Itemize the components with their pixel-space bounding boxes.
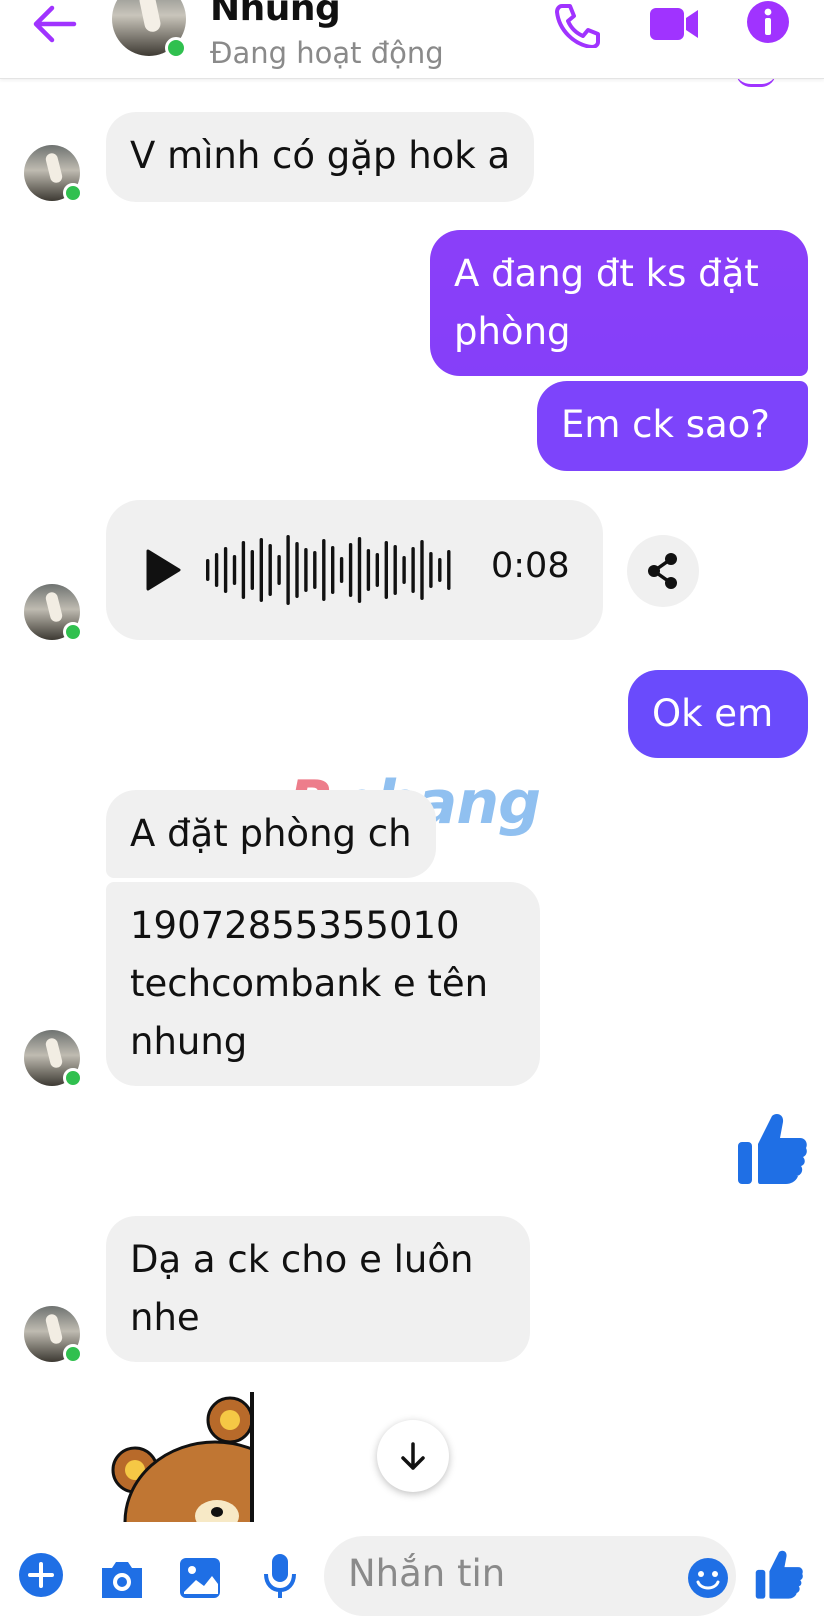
thumbs-up-icon[interactable] bbox=[736, 1110, 808, 1190]
online-indicator bbox=[165, 37, 187, 59]
waveform-bar bbox=[232, 555, 237, 585]
waveform-bar bbox=[250, 550, 254, 590]
share-icon bbox=[648, 553, 677, 589]
waveform-bar bbox=[348, 543, 353, 597]
waveform[interactable] bbox=[204, 528, 454, 612]
waveform-bar bbox=[331, 546, 335, 594]
online-indicator bbox=[63, 622, 83, 642]
online-indicator bbox=[63, 1344, 83, 1364]
message-text-line: A đang đt ks đặt bbox=[454, 252, 759, 295]
chat-header: Nhung Đang hoạt động bbox=[0, 0, 824, 79]
waveform-bar bbox=[206, 559, 210, 581]
message-text-line: nhung bbox=[130, 1020, 248, 1063]
incoming-message[interactable]: V mình có gặp hok a bbox=[106, 112, 535, 202]
camera-icon[interactable] bbox=[98, 1556, 146, 1604]
waveform-bar bbox=[375, 553, 379, 587]
contact-status: Đang hoạt động bbox=[210, 36, 444, 70]
waveform-bar bbox=[241, 541, 246, 599]
waveform-bar bbox=[322, 539, 326, 601]
waveform-bar bbox=[259, 538, 263, 602]
message-text-line: nhe bbox=[130, 1296, 200, 1339]
outgoing-message[interactable]: A đang đt ks đặt phòng bbox=[430, 230, 808, 376]
message-text: A đặt phòng ch bbox=[130, 812, 412, 855]
incoming-message[interactable]: Dạ a ck cho e luôn nhe bbox=[106, 1216, 530, 1362]
waveform-bar bbox=[223, 547, 228, 593]
thumbs-up-icon[interactable] bbox=[754, 1548, 804, 1604]
microphone-icon[interactable] bbox=[262, 1552, 298, 1604]
message-input-placeholder: Nhắn tin bbox=[348, 1552, 506, 1595]
waveform-bar bbox=[295, 542, 299, 598]
contact-name[interactable]: Nhung bbox=[210, 0, 341, 29]
waveform-bar bbox=[447, 550, 451, 590]
message-text: V mình có gặp hok a bbox=[130, 134, 511, 177]
waveform-bar bbox=[286, 535, 290, 605]
waveform-bar bbox=[429, 552, 433, 588]
waveform-bar bbox=[268, 544, 272, 596]
bear-sticker[interactable] bbox=[105, 1392, 345, 1522]
message-text-line: 19072855355010 bbox=[130, 904, 460, 947]
message-text-line: Dạ a ck cho e luôn bbox=[130, 1238, 474, 1281]
waveform-bar bbox=[277, 555, 281, 585]
online-indicator bbox=[63, 1068, 83, 1088]
waveform-bar bbox=[438, 558, 442, 582]
share-button[interactable] bbox=[627, 535, 699, 607]
scroll-down-arrow-icon bbox=[401, 1442, 425, 1470]
play-icon[interactable] bbox=[144, 548, 182, 596]
message-text: Ok em bbox=[652, 692, 774, 735]
incoming-message[interactable]: 19072855355010 techcombank e tên nhung bbox=[106, 882, 540, 1086]
image-icon[interactable] bbox=[178, 1556, 222, 1604]
outgoing-message[interactable]: Ok em bbox=[628, 670, 808, 758]
incoming-message[interactable]: A đặt phòng ch bbox=[106, 790, 436, 878]
waveform-bar bbox=[402, 556, 406, 584]
outgoing-message[interactable]: Em ck sao? bbox=[537, 381, 808, 471]
voice-message[interactable]: 0:08 bbox=[106, 500, 603, 640]
message-text-line: phòng bbox=[454, 310, 571, 353]
waveform-bar bbox=[339, 557, 344, 583]
waveform-bar bbox=[304, 548, 308, 592]
emoji-icon[interactable] bbox=[686, 1556, 730, 1604]
waveform-bar bbox=[214, 553, 219, 587]
info-icon[interactable] bbox=[746, 0, 790, 48]
waveform-bar bbox=[393, 545, 397, 595]
waveform-bar bbox=[357, 537, 362, 603]
online-indicator bbox=[63, 183, 83, 203]
message-text: Em ck sao? bbox=[561, 403, 770, 446]
waveform-bar bbox=[366, 549, 371, 591]
scroll-to-bottom-button[interactable] bbox=[377, 1420, 449, 1492]
back-arrow-icon[interactable] bbox=[30, 2, 80, 46]
phone-icon[interactable] bbox=[552, 2, 602, 52]
audio-duration: 0:08 bbox=[491, 546, 570, 586]
waveform-bar bbox=[420, 540, 424, 600]
video-camera-icon[interactable] bbox=[648, 4, 700, 48]
waveform-bar bbox=[313, 551, 317, 589]
plus-icon[interactable] bbox=[18, 1552, 64, 1602]
waveform-bar bbox=[411, 547, 415, 593]
message-text-line: techcombank e tên bbox=[130, 962, 489, 1005]
waveform-bar bbox=[384, 541, 388, 599]
